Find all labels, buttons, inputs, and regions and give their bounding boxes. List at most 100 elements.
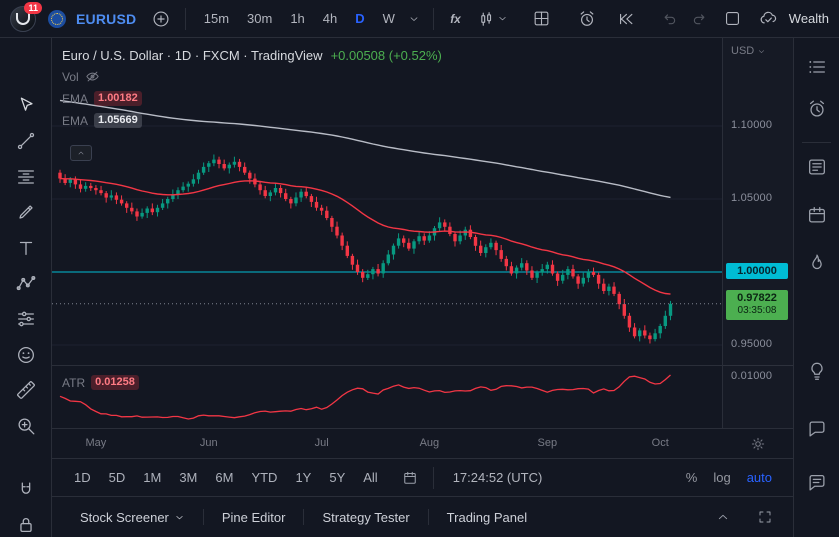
chat-panel-button[interactable]: [806, 418, 828, 440]
range-1d-button[interactable]: 1D: [66, 466, 99, 489]
legend-collapse-button[interactable]: [70, 145, 92, 161]
layout-grid-icon: [534, 11, 549, 26]
undo-arrow-icon: [664, 14, 676, 25]
range-6m-button[interactable]: 6M: [207, 466, 241, 489]
rangebar-divider: [432, 466, 434, 489]
time-axis-month-label: May: [85, 437, 107, 449]
watchlist-panel-button[interactable]: [806, 56, 828, 78]
trend-line-icon: [17, 132, 35, 150]
candles-layer[interactable]: [58, 154, 673, 344]
cloud-saved-icon: [760, 11, 776, 24]
logo[interactable]: 11: [10, 1, 42, 32]
tab-label: Stock Screener: [80, 509, 169, 525]
emoji-tool-button[interactable]: [14, 343, 38, 367]
toolbar-divider: [184, 7, 186, 30]
chevron-up-icon: [718, 514, 728, 520]
alerts-panel-button[interactable]: [806, 98, 828, 120]
cursor-icon: [20, 97, 33, 111]
price-level-label[interactable]: 1.00000: [726, 263, 788, 279]
eye-off-icon[interactable]: [85, 69, 100, 84]
price-axis-currency-menu[interactable]: USD: [731, 45, 766, 57]
layout-name-label[interactable]: Wealth: [789, 11, 829, 26]
timeframe-1h[interactable]: 1h: [283, 8, 311, 29]
maximize-panel-button[interactable]: [751, 503, 779, 531]
forecast-tool-button[interactable]: [14, 307, 38, 331]
ema-slow-legend-row[interactable]: EMA 1.05669: [62, 112, 442, 129]
chart-style-button[interactable]: [475, 5, 511, 33]
tab-divider: [427, 509, 429, 525]
magnet-mode-button[interactable]: [14, 478, 38, 502]
timeframe-15m[interactable]: 15m: [197, 8, 236, 29]
range-1y-button[interactable]: 1Y: [287, 466, 319, 489]
xabcd-pattern-tool-button[interactable]: [14, 272, 38, 296]
text-tool-button[interactable]: [14, 236, 38, 260]
chevron-up-icon: [78, 151, 84, 155]
undo-button[interactable]: [657, 5, 682, 33]
symbol-description[interactable]: Euro / U.S. Dollar · 1D · FXCM · Trading…: [62, 48, 323, 63]
symbol-search-button[interactable]: EURUSD: [76, 11, 136, 27]
lock-all-drawings-button[interactable]: [14, 513, 38, 537]
atr-pane-chart[interactable]: [52, 366, 722, 428]
bottom-range-toolbar: 1D 5D 1M 3M 6M YTD 1Y 5Y All 17:24:52 (U…: [52, 458, 793, 496]
chart-container: Euro / U.S. Dollar · 1D · FXCM · Trading…: [52, 38, 793, 428]
bottom-panel-tabs: Stock Screener Pine Editor Strategy Test…: [52, 496, 793, 537]
create-alert-button[interactable]: [574, 5, 599, 33]
bar-replay-button[interactable]: [614, 5, 639, 33]
percent-scale-button[interactable]: %: [679, 466, 705, 489]
trend-line-tool-button[interactable]: [14, 129, 38, 153]
axis-settings-gear-icon[interactable]: [749, 435, 767, 453]
cursor-tool-button[interactable]: [14, 94, 38, 118]
ideas-panel-button[interactable]: [806, 360, 828, 382]
news-panel-button[interactable]: [806, 156, 828, 178]
tab-stock-screener[interactable]: Stock Screener: [66, 504, 199, 531]
cloud-save-button[interactable]: [755, 5, 780, 33]
range-5d-button[interactable]: 5D: [101, 466, 134, 489]
range-1m-button[interactable]: 1M: [135, 466, 169, 489]
redo-arrow-icon: [693, 14, 705, 25]
ema-fast-legend-row[interactable]: EMA 1.00182: [62, 90, 442, 107]
range-ytd-button[interactable]: YTD: [243, 466, 285, 489]
timeframe-menu-button[interactable]: [406, 5, 422, 33]
indicators-button[interactable]: fx: [445, 5, 470, 33]
time-axis-month-label: Sep: [537, 437, 558, 449]
range-5y-button[interactable]: 5Y: [321, 466, 353, 489]
measure-ruler-tool-button[interactable]: [14, 378, 38, 402]
timeframe-1w[interactable]: W: [376, 8, 402, 29]
log-scale-button[interactable]: log: [706, 466, 737, 489]
chat-bubble-icon: [809, 421, 825, 437]
timeframe-1d-active[interactable]: D: [348, 8, 371, 29]
hotlists-panel-button[interactable]: [806, 252, 828, 274]
utc-clock[interactable]: 17:24:52 (UTC): [453, 470, 543, 485]
time-axis[interactable]: May Jun Jul Aug Sep Oct: [52, 428, 793, 458]
time-axis-month-label: Oct: [651, 437, 669, 449]
brush-icon: [19, 205, 33, 219]
timeframe-30m[interactable]: 30m: [240, 8, 279, 29]
messages-panel-button[interactable]: [806, 472, 828, 494]
range-all-button[interactable]: All: [355, 466, 385, 489]
layout-grid-button[interactable]: [529, 5, 554, 33]
timeframe-4h[interactable]: 4h: [316, 8, 344, 29]
fib-retracement-tool-button[interactable]: [14, 165, 38, 189]
atr-label: ATR: [62, 375, 86, 390]
tab-pine-editor[interactable]: Pine Editor: [208, 504, 300, 531]
fullscreen-button[interactable]: [720, 5, 745, 33]
smiley-icon: [18, 347, 34, 363]
auto-scale-button[interactable]: auto: [740, 466, 779, 489]
notification-badge[interactable]: 11: [24, 1, 42, 14]
volume-legend-row[interactable]: Vol: [62, 68, 442, 85]
tab-trading-panel[interactable]: Trading Panel: [433, 504, 541, 531]
time-axis-month-label: Jul: [314, 437, 329, 449]
brush-tool-button[interactable]: [14, 200, 38, 224]
expand-panel-button[interactable]: [709, 503, 737, 531]
redo-button[interactable]: [687, 5, 712, 33]
data-window-panel-button[interactable]: [806, 204, 828, 226]
zoom-in-tool-button[interactable]: [14, 414, 38, 438]
atr-legend-row[interactable]: ATR 0.01258: [62, 375, 139, 390]
calendar-icon: [403, 471, 416, 484]
last-price-label[interactable]: 0.97822 03:35:08: [726, 289, 788, 320]
compare-add-symbol-button[interactable]: [148, 5, 173, 33]
go-to-date-button[interactable]: [396, 464, 424, 492]
range-3m-button[interactable]: 3M: [171, 466, 205, 489]
tab-strategy-tester[interactable]: Strategy Tester: [308, 504, 423, 531]
price-axis[interactable]: USD 1.00000 0.97822 03:35:08 0.01000 1.1…: [722, 38, 793, 428]
